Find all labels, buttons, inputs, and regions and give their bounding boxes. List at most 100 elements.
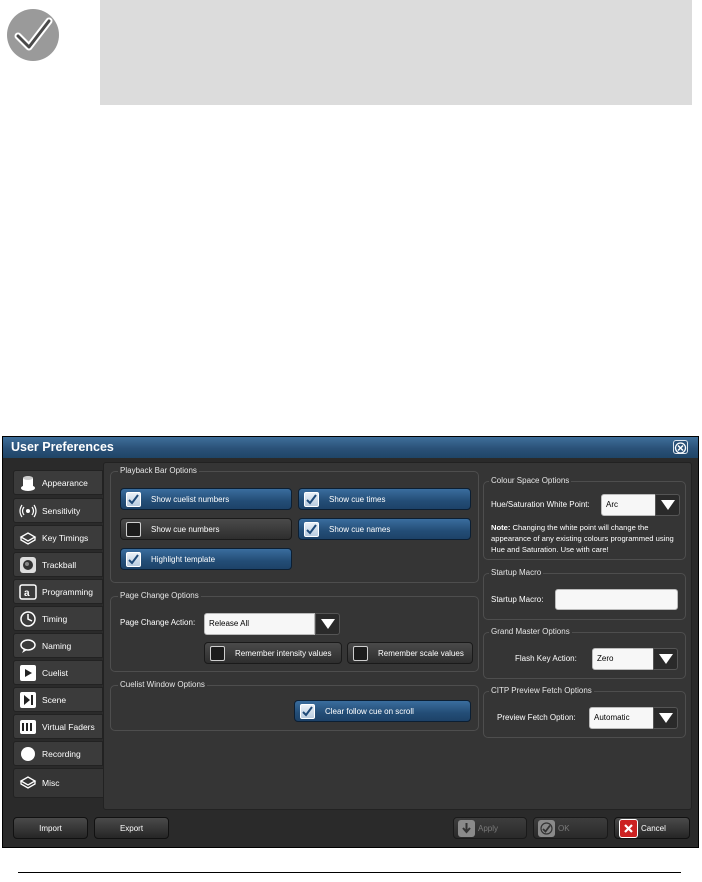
show-cue-names-toggle[interactable]: Show cue names <box>298 518 471 540</box>
startup-macro-label: Startup Macro: <box>491 595 544 604</box>
preview-fetch-label: Preview Fetch Option: <box>497 713 576 722</box>
sensitivity-icon <box>18 502 38 520</box>
user-preferences-window: User Preferences Appearance Sensitivity <box>2 436 699 848</box>
colour-space-group: Colour Space Options Hue/Saturation Whit… <box>483 476 686 560</box>
sidebar-item-label: Naming <box>42 640 72 651</box>
show-cue-numbers-toggle[interactable]: Show cue numbers <box>120 518 292 540</box>
sidebar-item-misc[interactable]: Misc <box>13 768 105 798</box>
sidebar-item-recording[interactable]: Recording <box>13 741 103 766</box>
startup-macro-input[interactable] <box>555 589 678 610</box>
virtual-faders-icon <box>18 718 38 736</box>
key-timings-icon <box>18 529 38 547</box>
sidebar-item-sensitivity[interactable]: Sensitivity <box>13 498 103 523</box>
note-label: Note: <box>491 523 511 532</box>
cancel-button[interactable]: Cancel <box>614 817 690 839</box>
misc-settings-panel: Playback Bar Options Show cuelist number… <box>103 462 692 810</box>
window-title: User Preferences <box>11 440 114 454</box>
white-point-note: Note: Changing the white point will chan… <box>491 522 683 555</box>
playback-bar-group: Playback Bar Options Show cuelist number… <box>110 466 479 583</box>
sidebar-item-scene[interactable]: Scene <box>13 687 103 712</box>
sidebar-item-timing[interactable]: Timing <box>13 606 103 631</box>
option-label: Highlight template <box>151 554 216 564</box>
white-point-select[interactable]: Arc <box>601 494 680 516</box>
misc-icon <box>18 774 38 792</box>
ok-check-icon <box>538 819 555 837</box>
checkbox-unchecked-icon <box>353 645 368 661</box>
title-bar: User Preferences <box>3 437 698 458</box>
sidebar-item-label: Misc <box>42 778 60 788</box>
group-title: Grand Master Options <box>489 627 572 636</box>
grand-master-group: Grand Master Options Flash Key Action: Z… <box>483 627 686 679</box>
sidebar-item-label: Cuelist <box>42 667 68 678</box>
select-value: Arc <box>601 494 656 516</box>
flash-key-action-select[interactable]: Zero <box>592 648 678 670</box>
white-point-label: Hue/Saturation White Point: <box>491 500 590 509</box>
sidebar-item-label: Virtual Faders <box>42 721 95 732</box>
checkbox-checked-icon <box>304 491 319 507</box>
page-change-action-select[interactable]: Release All <box>204 613 340 635</box>
trackball-icon <box>18 556 38 574</box>
sidebar-item-cuelist[interactable]: Cuelist <box>13 660 103 685</box>
checkbox-unchecked-icon <box>210 645 225 661</box>
sidebar-item-label: Recording <box>42 748 81 759</box>
dropdown-arrow-icon[interactable] <box>653 648 678 670</box>
option-label: Remember scale values <box>378 648 464 658</box>
cancel-x-icon <box>619 818 638 838</box>
ok-button[interactable]: OK <box>533 817 608 839</box>
startup-macro-group: Startup Macro Startup Macro: <box>483 568 686 620</box>
group-title: Page Change Options <box>118 591 201 600</box>
naming-icon <box>18 637 38 655</box>
checkbox-unchecked-icon <box>126 521 141 537</box>
select-value: Zero <box>592 648 654 670</box>
svg-text:a: a <box>24 588 30 599</box>
page-change-group: Page Change Options Page Change Action: … <box>110 591 479 672</box>
sidebar-item-programming[interactable]: a Programming <box>13 579 103 604</box>
sidebar-item-appearance[interactable]: Appearance <box>13 470 103 495</box>
checkmark-badge-icon <box>4 6 62 64</box>
dropdown-arrow-icon[interactable] <box>653 707 678 729</box>
footer-rule <box>18 872 681 873</box>
recording-icon <box>18 745 38 763</box>
timing-icon <box>18 610 38 628</box>
show-cuelist-numbers-toggle[interactable]: Show cuelist numbers <box>120 488 292 510</box>
option-label: Show cuelist numbers <box>151 494 230 504</box>
citp-preview-group: CITP Preview Fetch Options Preview Fetch… <box>483 686 686 738</box>
sidebar-item-label: Programming <box>42 586 94 597</box>
close-button[interactable] <box>673 440 688 454</box>
clear-follow-cue-toggle[interactable]: Clear follow cue on scroll <box>294 700 471 722</box>
select-value: Release All <box>204 613 315 635</box>
group-title: CITP Preview Fetch Options <box>489 686 594 695</box>
select-value: Automatic <box>589 707 654 729</box>
ok-label: OK <box>558 823 570 833</box>
group-title: Startup Macro <box>489 568 544 577</box>
sidebar-item-naming[interactable]: Naming <box>13 633 103 658</box>
import-button[interactable]: Import <box>13 817 88 839</box>
preview-fetch-select[interactable]: Automatic <box>589 707 678 729</box>
apply-button[interactable]: Apply <box>453 817 527 839</box>
export-button[interactable]: Export <box>94 817 169 839</box>
apply-label: Apply <box>478 823 499 833</box>
option-label: Show cue times <box>329 494 386 504</box>
programming-icon: a <box>18 583 38 601</box>
checkbox-checked-icon <box>300 703 315 719</box>
remember-scale-toggle[interactable]: Remember scale values <box>347 642 473 664</box>
flash-key-action-label: Flash Key Action: <box>515 654 577 663</box>
tip-box <box>100 0 692 105</box>
appearance-icon <box>18 474 38 492</box>
highlight-template-toggle[interactable]: Highlight template <box>120 548 292 570</box>
remember-intensity-toggle[interactable]: Remember intensity values <box>204 642 342 664</box>
sidebar-item-key-timings[interactable]: Key Timings <box>13 525 103 550</box>
sidebar-item-trackball[interactable]: Trackball <box>13 552 103 577</box>
sidebar-item-virtual-faders[interactable]: Virtual Faders <box>13 714 103 739</box>
sidebar-item-label: Scene <box>42 694 67 705</box>
dropdown-arrow-icon[interactable] <box>655 494 680 516</box>
show-cue-times-toggle[interactable]: Show cue times <box>298 488 471 510</box>
option-label: Show cue names <box>329 524 391 534</box>
group-title: Playback Bar Options <box>118 466 199 475</box>
apply-icon <box>458 819 475 837</box>
dropdown-arrow-icon[interactable] <box>315 613 340 635</box>
sidebar-item-label: Appearance <box>42 477 88 488</box>
group-title: Cuelist Window Options <box>118 680 207 689</box>
checkbox-checked-icon <box>126 491 141 507</box>
cuelist-window-group: Cuelist Window Options Clear follow cue … <box>110 680 479 731</box>
